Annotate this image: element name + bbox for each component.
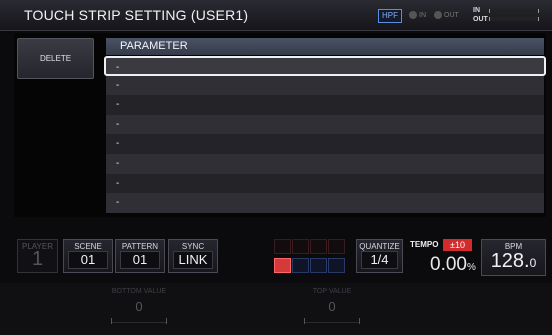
parameter-row[interactable]: -: [106, 134, 544, 154]
step-cell[interactable]: [328, 258, 345, 273]
bpm-display: BPM 128.0: [481, 239, 546, 276]
parameter-row[interactable]: -: [106, 193, 544, 213]
level-meter-in: [489, 9, 539, 13]
screen-title: TOUCH STRIP SETTING (USER1): [24, 7, 249, 23]
player-number: 1: [31, 248, 44, 270]
bpm-integer: 128.: [490, 250, 530, 272]
parameter-row[interactable]: -: [106, 153, 544, 174]
top-value-number: 0: [328, 299, 336, 314]
quantize-value: 1/4: [361, 251, 398, 269]
sync-label: SYNC: [181, 242, 205, 251]
scene-label: SCENE: [74, 242, 102, 251]
step-cell[interactable]: [292, 239, 309, 254]
out-indicator: OUT: [434, 11, 459, 19]
parameter-row[interactable]: -: [106, 75, 544, 96]
title-bar: TOUCH STRIP SETTING (USER1) HPF IN OUT I…: [0, 0, 552, 31]
step-cell[interactable]: [292, 258, 309, 273]
in-indicator: IN: [409, 11, 426, 19]
top-value-control[interactable]: TOP VALUE 0: [302, 288, 362, 324]
pattern-display[interactable]: PATTERN 01: [115, 239, 165, 273]
parameter-row[interactable]: -: [106, 95, 544, 115]
parameter-row[interactable]: -: [104, 56, 546, 76]
out-led-icon: [434, 11, 442, 19]
out-indicator-label: OUT: [444, 11, 459, 19]
level-meter-out: [489, 17, 539, 21]
scene-display[interactable]: SCENE 01: [63, 239, 113, 273]
step-cell[interactable]: [274, 239, 291, 254]
meter-out-label: OUT: [473, 16, 488, 23]
quantize-label: QUANTIZE: [359, 242, 400, 251]
tempo-value: 0.00%: [430, 254, 476, 276]
bottom-value-scale: [111, 318, 167, 324]
tempo-range-badge: ±10: [443, 239, 472, 251]
bottom-value-control[interactable]: BOTTOM VALUE 0: [109, 288, 169, 324]
value-area: [0, 283, 552, 335]
scene-value: 01: [68, 251, 108, 269]
step-cell[interactable]: [310, 258, 327, 273]
meter-in-label: IN: [473, 7, 480, 14]
step-cell[interactable]: [310, 239, 327, 254]
tempo-number: 0.00: [430, 254, 467, 275]
parameter-list: - - - - - - - -: [104, 56, 546, 213]
player-display: PLAYER 1: [17, 239, 58, 273]
tempo-unit: %: [466, 262, 476, 273]
parameter-row[interactable]: -: [106, 173, 544, 194]
sync-display[interactable]: SYNC LINK: [168, 239, 218, 273]
parameter-header: PARAMETER: [106, 38, 544, 55]
bpm-value: 128.0: [482, 250, 545, 273]
pattern-label: PATTERN: [121, 242, 159, 251]
bpm-decimal: 0: [529, 256, 537, 270]
in-indicator-label: IN: [419, 11, 426, 19]
step-cell[interactable]: [328, 239, 345, 254]
tempo-label: TEMPO: [410, 240, 439, 249]
delete-button[interactable]: DELETE: [17, 38, 94, 79]
parameter-row[interactable]: -: [106, 114, 544, 135]
quantize-display[interactable]: QUANTIZE 1/4: [356, 239, 403, 273]
sync-value: LINK: [173, 251, 213, 269]
hpf-indicator: HPF: [378, 9, 402, 23]
bottom-value-label: BOTTOM VALUE: [111, 288, 167, 295]
level-meter-labels: IN OUT: [473, 6, 488, 24]
step-grid: [274, 239, 348, 274]
top-value-label: TOP VALUE: [312, 288, 352, 295]
pattern-value: 01: [120, 251, 160, 269]
step-cell-active[interactable]: [274, 258, 291, 273]
bottom-value-number: 0: [135, 299, 143, 314]
top-value-scale: [304, 318, 360, 324]
in-led-icon: [409, 11, 417, 19]
